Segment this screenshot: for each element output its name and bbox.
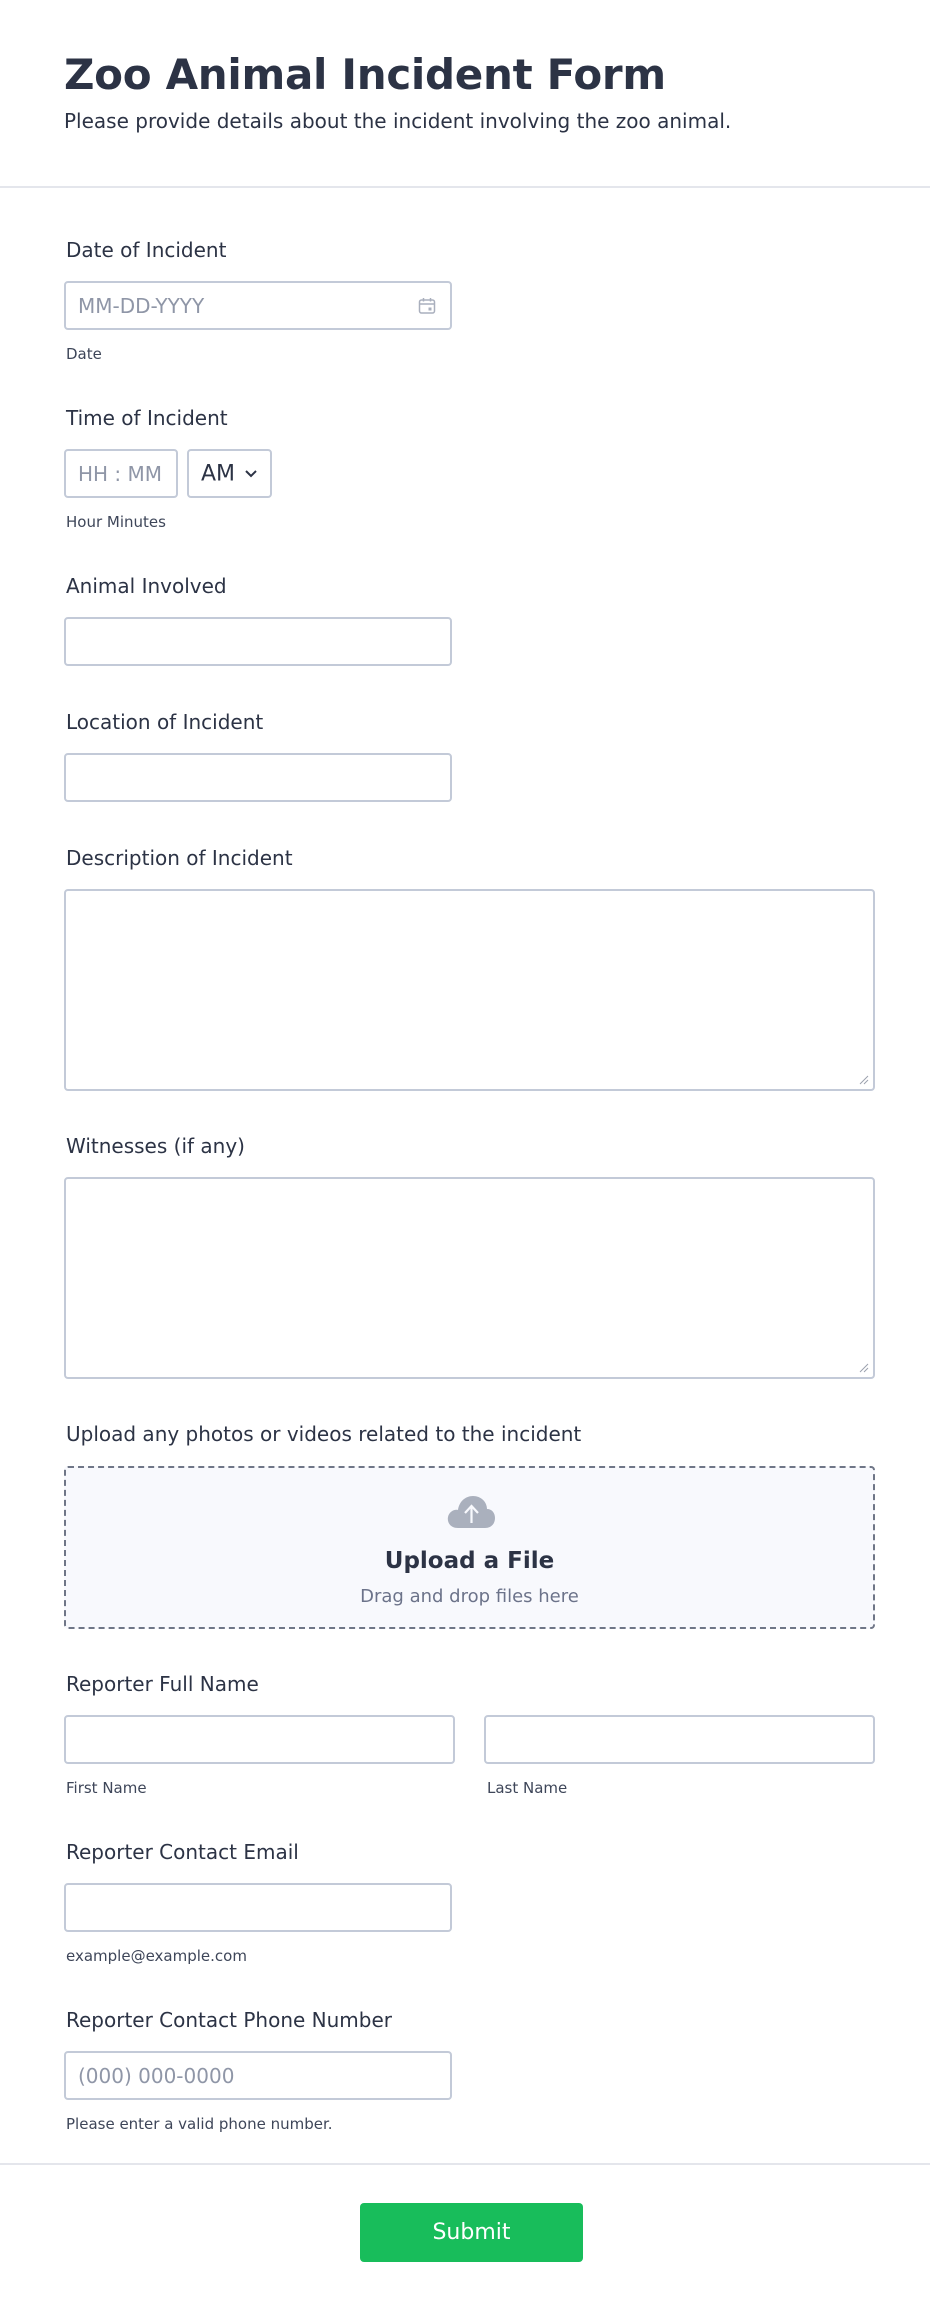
last-name-input[interactable]	[484, 1715, 875, 1764]
resize-handle-icon[interactable]	[859, 1363, 869, 1373]
time-sublabel: Hour Minutes	[66, 513, 166, 531]
location-label: Location of Incident	[66, 710, 264, 734]
form-subtitle: Please provide details about the inciden…	[64, 109, 732, 133]
date-sublabel: Date	[66, 345, 102, 363]
email-label: Reporter Contact Email	[66, 1840, 299, 1864]
first-name-input[interactable]	[64, 1715, 455, 1764]
form-title: Zoo Animal Incident Form	[64, 50, 666, 99]
upload-title: Upload a File	[384, 1548, 555, 1574]
animal-input[interactable]	[64, 617, 452, 666]
location-input[interactable]	[64, 753, 452, 802]
submit-button[interactable]: Submit	[360, 2203, 583, 2262]
chevron-down-icon	[245, 469, 257, 477]
upload-subtitle: Drag and drop files here	[360, 1586, 579, 1607]
upload-label: Upload any photos or videos related to t…	[66, 1422, 582, 1446]
last-name-sublabel: Last Name	[487, 1779, 568, 1797]
resize-handle-icon[interactable]	[859, 1075, 869, 1085]
animal-label: Animal Involved	[66, 574, 227, 598]
date-input[interactable]: MM-DD-YYYY	[64, 281, 452, 330]
ampm-value: AM	[201, 461, 236, 486]
file-upload-dropzone[interactable]: Upload a File Drag and drop files here	[64, 1466, 875, 1629]
phone-sublabel: Please enter a valid phone number.	[66, 2115, 333, 2133]
description-textarea[interactable]	[64, 889, 875, 1091]
reporter-name-label: Reporter Full Name	[66, 1672, 259, 1696]
email-sublabel: example@example.com	[66, 1947, 247, 1965]
description-label: Description of Incident	[66, 846, 293, 870]
witnesses-textarea[interactable]	[64, 1177, 875, 1379]
time-placeholder: HH : MM	[78, 461, 163, 486]
ampm-select[interactable]: AM	[187, 449, 272, 498]
date-label: Date of Incident	[66, 238, 227, 262]
calendar-icon[interactable]	[418, 297, 436, 315]
email-input[interactable]	[64, 1883, 452, 1932]
time-label: Time of Incident	[66, 406, 228, 430]
footer-divider	[0, 2163, 930, 2165]
first-name-sublabel: First Name	[66, 1779, 147, 1797]
time-input[interactable]: HH : MM	[64, 449, 178, 498]
cloud-upload-icon	[447, 1496, 495, 1528]
phone-label: Reporter Contact Phone Number	[66, 2008, 393, 2032]
witnesses-label: Witnesses (if any)	[66, 1134, 245, 1158]
phone-placeholder: (000) 000-0000	[78, 2063, 235, 2088]
phone-input[interactable]: (000) 000-0000	[64, 2051, 452, 2100]
date-placeholder: MM-DD-YYYY	[78, 293, 205, 318]
form-header: Zoo Animal Incident Form Please provide …	[0, 0, 930, 188]
